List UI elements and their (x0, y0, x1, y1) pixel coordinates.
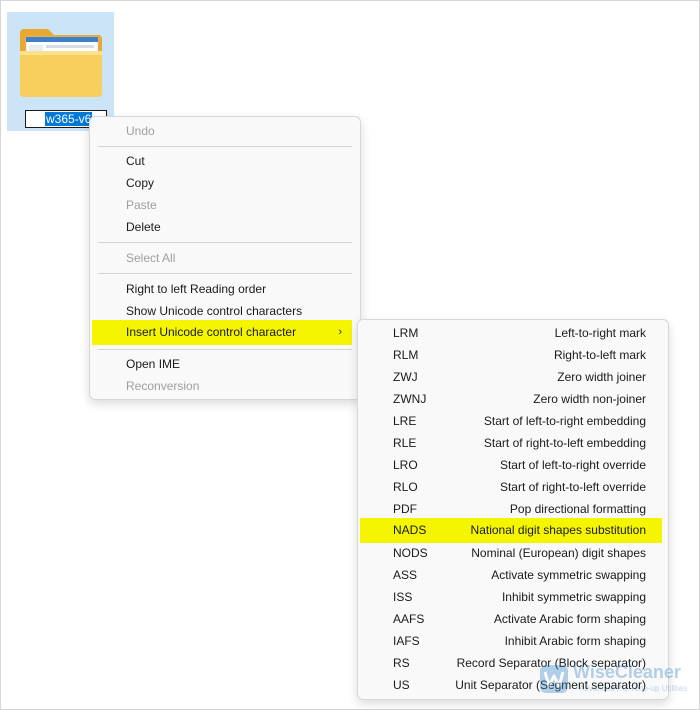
unicode-control-submenu: LRM Left-to-right mark RLM Right-to-left… (357, 319, 669, 700)
submenu-item-desc: Right-to-left mark (553, 348, 646, 362)
chevron-right-icon: › (338, 326, 342, 338)
submenu-item-desc: Zero width joiner (557, 370, 646, 384)
submenu-item-code: PDF (393, 502, 417, 516)
menu-item-copy[interactable]: Copy (94, 172, 356, 194)
submenu-item-code: NADS (393, 523, 427, 537)
submenu-item-zwnj[interactable]: ZWNJ Zero width non-joiner (361, 388, 662, 410)
submenu-item-code: ISS (393, 590, 413, 604)
submenu-item-nods[interactable]: NODS Nominal (European) digit shapes (361, 542, 662, 564)
watermark-name: WiseCleaner (573, 662, 681, 682)
menu-item-label: Delete (126, 220, 161, 234)
menu-item-label: Insert Unicode control character (126, 325, 297, 339)
menu-separator (98, 146, 352, 147)
submenu-item-lre[interactable]: LRE Start of left-to-right embedding (361, 410, 662, 432)
menu-item-delete[interactable]: Delete (94, 216, 356, 238)
menu-item-select-all: Select All (94, 247, 356, 269)
rename-selected-text: w365-v6 (45, 112, 93, 126)
submenu-item-desc: Start of right-to-left embedding (483, 436, 646, 450)
submenu-item-desc: Left-to-right mark (554, 326, 646, 340)
submenu-item-desc: Start of left-to-right override (499, 458, 646, 472)
submenu-item-code: AAFS (393, 612, 425, 626)
submenu-item-desc: Nominal (European) digit shapes (471, 546, 646, 560)
submenu-item-code: LRM (393, 326, 419, 340)
submenu-item-code: RLE (393, 436, 417, 450)
menu-separator (98, 349, 352, 350)
folder-icon (20, 29, 102, 97)
menu-item-label: Paste (126, 198, 157, 212)
menu-item-cut[interactable]: Cut (94, 150, 356, 172)
desktop-folder[interactable]: w365-v6 (7, 12, 114, 131)
wisecleaner-logo-icon (540, 665, 568, 693)
submenu-item-code: ASS (393, 568, 418, 582)
submenu-item-code: LRO (393, 458, 418, 472)
menu-item-label: Right to left Reading order (126, 282, 267, 296)
submenu-item-iss[interactable]: ISS Inhibit symmetric swapping (361, 586, 662, 608)
menu-item-open-ime[interactable]: Open IME (94, 353, 356, 375)
menu-item-label: Open IME (126, 357, 181, 371)
submenu-item-desc: Pop directional formatting (509, 502, 646, 516)
menu-item-paste: Paste (94, 194, 356, 216)
submenu-item-code: RLO (393, 480, 418, 494)
submenu-item-rlo[interactable]: RLO Start of right-to-left override (361, 476, 662, 498)
menu-item-insert-unicode-control[interactable]: Insert Unicode control character › (92, 320, 352, 345)
wisecleaner-watermark: WiseCleaner Advanced PC Tune-up Utilitie… (539, 660, 689, 700)
menu-separator (98, 273, 352, 274)
submenu-item-rle[interactable]: RLE Start of right-to-left embedding (361, 432, 662, 454)
menu-item-label: Reconversion (126, 379, 200, 393)
submenu-item-desc: Inhibit Arabic form shaping (504, 634, 646, 648)
submenu-item-aafs[interactable]: AAFS Activate Arabic form shaping (361, 608, 662, 630)
submenu-item-zwj[interactable]: ZWJ Zero width joiner (361, 366, 662, 388)
submenu-item-ass[interactable]: ASS Activate symmetric swapping (361, 564, 662, 586)
submenu-item-rlm[interactable]: RLM Right-to-left mark (361, 344, 662, 366)
submenu-item-desc: Activate Arabic form shaping (493, 612, 646, 626)
submenu-item-desc: Inhibit symmetric swapping (501, 590, 646, 604)
submenu-item-code: RLM (393, 348, 419, 362)
menu-item-rtl-reading-order[interactable]: Right to left Reading order (94, 278, 356, 300)
menu-item-label: Select All (126, 251, 176, 265)
submenu-item-code: RS (393, 656, 410, 670)
context-menu: Undo Cut Copy Paste Delete Select All Ri… (89, 116, 361, 400)
submenu-item-code: ZWJ (393, 370, 418, 384)
submenu-item-code: ZWNJ (393, 392, 427, 406)
menu-item-label: Copy (126, 176, 155, 190)
menu-item-show-unicode-control[interactable]: Show Unicode control characters (94, 300, 356, 322)
submenu-item-code: IAFS (393, 634, 420, 648)
menu-separator (98, 242, 352, 243)
submenu-item-iafs[interactable]: IAFS Inhibit Arabic form shaping (361, 630, 662, 652)
menu-item-label: Show Unicode control characters (126, 304, 303, 318)
submenu-item-lro[interactable]: LRO Start of left-to-right override (361, 454, 662, 476)
submenu-item-code: US (393, 678, 410, 692)
submenu-item-desc: Start of right-to-left override (499, 480, 646, 494)
menu-item-undo: Undo (94, 120, 356, 142)
menu-item-label: Cut (126, 154, 145, 168)
submenu-item-desc: Zero width non-joiner (533, 392, 646, 406)
submenu-item-desc: National digit shapes substitution (470, 523, 646, 537)
watermark-tagline: Advanced PC Tune-up Utilities (579, 684, 688, 693)
menu-item-reconversion: Reconversion (94, 375, 356, 397)
submenu-item-nads[interactable]: NADS National digit shapes substitution (360, 518, 662, 543)
menu-item-label: Undo (126, 124, 155, 138)
submenu-item-code: LRE (393, 414, 417, 428)
submenu-item-desc: Activate symmetric swapping (491, 568, 646, 582)
submenu-item-lrm[interactable]: LRM Left-to-right mark (361, 322, 662, 344)
submenu-item-code: NODS (393, 546, 428, 560)
submenu-item-desc: Start of left-to-right embedding (483, 414, 646, 428)
submenu-item-pdf[interactable]: PDF Pop directional formatting (361, 498, 662, 520)
